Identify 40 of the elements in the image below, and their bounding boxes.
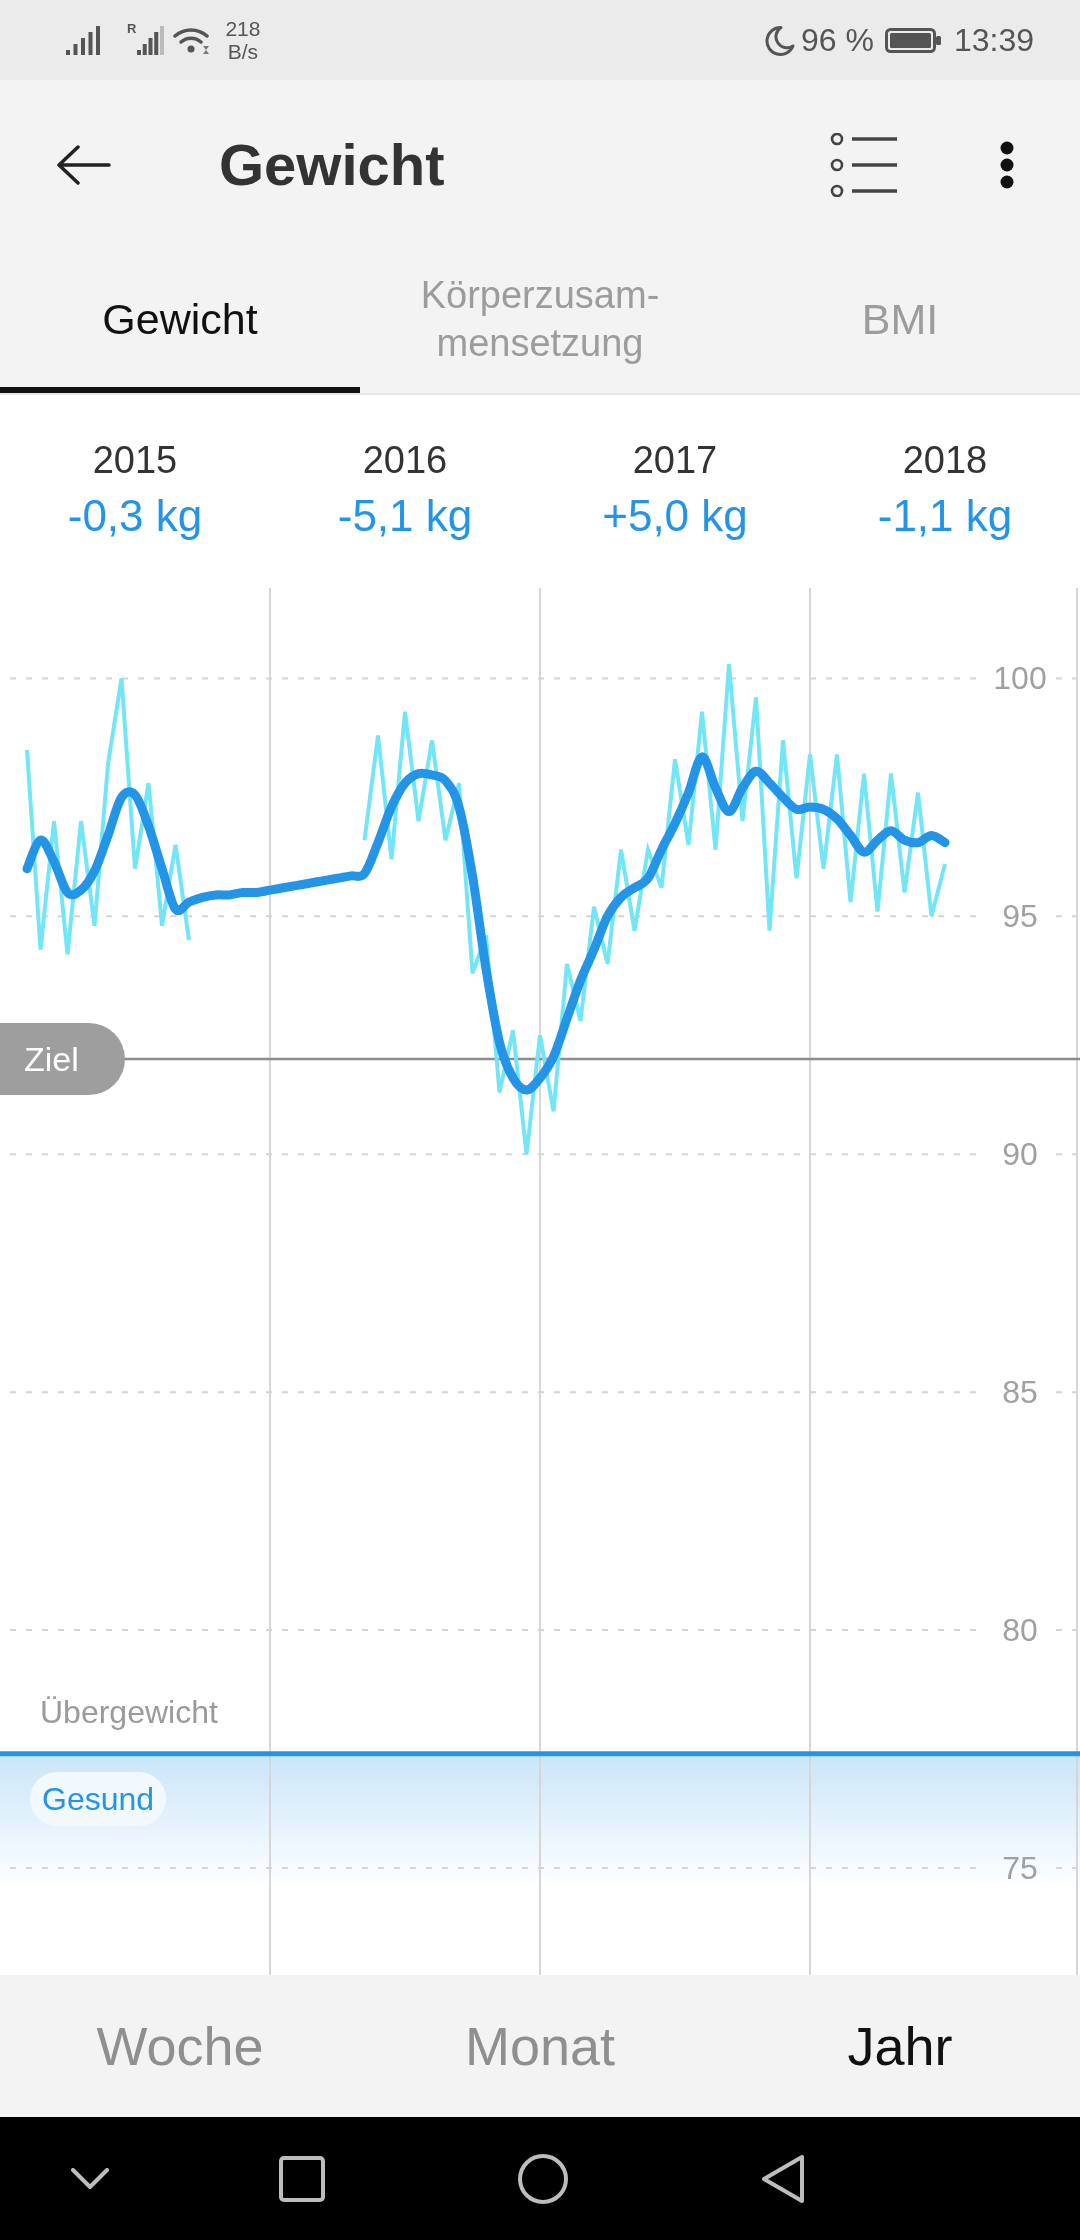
chevron-down-icon[interactable] <box>71 2167 109 2190</box>
y-axis-label: 100 <box>993 660 1047 697</box>
clock-time: 13:39 <box>953 24 1034 56</box>
tab[interactable]: BMI <box>720 250 1080 393</box>
square-icon[interactable] <box>279 2155 325 2202</box>
battery-icon <box>884 27 942 53</box>
weight-change: -0,3 kg <box>67 490 203 542</box>
signal-icon <box>66 25 100 55</box>
goal-label: Ziel <box>0 1023 125 1096</box>
year-label: 2017 <box>632 438 718 483</box>
circle-icon[interactable] <box>518 2153 568 2204</box>
y-axis-label: 80 <box>1002 1612 1038 1649</box>
roaming-indicator: R <box>127 22 137 35</box>
back-triangle-icon[interactable] <box>761 2153 805 2204</box>
moon-icon <box>764 24 795 56</box>
y-axis-label: 95 <box>1002 898 1038 935</box>
wifi-icon <box>173 25 212 55</box>
tab[interactable]: Körperzusam-mensetzung <box>360 250 720 393</box>
period-tab[interactable]: Jahr <box>720 1975 1080 2117</box>
y-axis-label: 90 <box>1002 1136 1038 1173</box>
signal-icon <box>137 25 165 55</box>
year-label: 2016 <box>362 438 448 483</box>
more-options-icon[interactable] <box>1000 141 1014 189</box>
weight-change: +5,0 kg <box>602 490 748 542</box>
zone-label: Gesund <box>30 1771 167 1826</box>
y-axis-label: 75 <box>1002 1849 1038 1886</box>
battery-percentage: 96 % <box>801 24 874 56</box>
period-tab[interactable]: Monat <box>360 1975 720 2117</box>
page-title: Gewicht <box>219 133 445 197</box>
network-speed-value: 218 <box>225 17 261 40</box>
network-speed-unit: B/s <box>227 40 259 63</box>
zone-label: Übergewicht <box>40 1692 218 1732</box>
period-tab[interactable]: Woche <box>0 1975 360 2117</box>
back-arrow-icon[interactable] <box>57 145 111 185</box>
list-icon[interactable] <box>830 133 898 197</box>
y-axis-label: 85 <box>1002 1374 1038 1411</box>
weight-change: -1,1 kg <box>877 490 1013 542</box>
year-label: 2015 <box>92 438 178 483</box>
weight-change: -5,1 kg <box>337 490 473 542</box>
year-label: 2018 <box>902 438 988 483</box>
